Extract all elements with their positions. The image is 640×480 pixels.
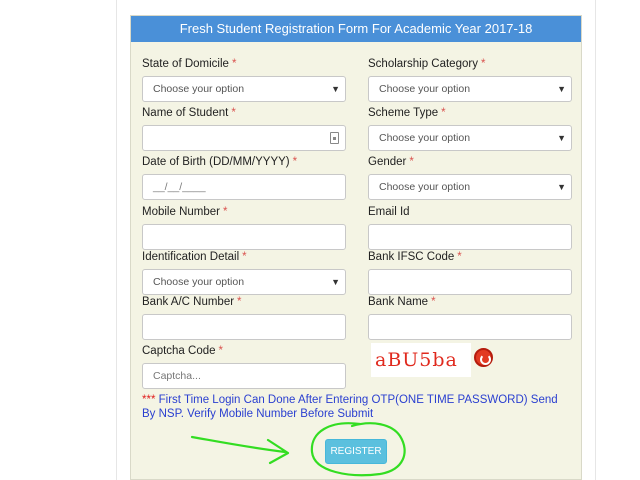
gender-select[interactable]: Choose your option ▼	[368, 174, 572, 200]
email-id-input[interactable]	[368, 224, 572, 250]
chevron-down-icon: ▼	[331, 277, 340, 287]
scheme-type-select[interactable]: Choose your option ▼	[368, 125, 572, 151]
state-of-domicile-select[interactable]: Choose your option ▼	[142, 76, 346, 102]
mobile-number-input[interactable]	[142, 224, 346, 250]
bank-ac-number-input[interactable]	[142, 314, 346, 340]
state-of-domicile-label: State of Domicile *	[142, 58, 237, 70]
scholarship-category-label: Scholarship Category *	[368, 58, 486, 70]
scholarship-category-select[interactable]: Choose your option ▼	[368, 76, 572, 102]
gender-label: Gender *	[368, 156, 414, 168]
contact-card-icon[interactable]	[330, 132, 339, 144]
bank-name-input[interactable]	[368, 314, 572, 340]
scheme-type-label: Scheme Type *	[368, 107, 446, 119]
bank-name-label: Bank Name *	[368, 296, 436, 308]
refresh-icon[interactable]	[474, 348, 493, 367]
date-of-birth-input[interactable]: __/__/____	[142, 174, 346, 200]
register-button[interactable]: REGISTER	[325, 439, 387, 464]
chevron-down-icon: ▼	[557, 133, 566, 143]
bank-ac-number-label: Bank A/C Number *	[142, 296, 242, 308]
email-id-label: Email Id	[368, 206, 410, 218]
chevron-down-icon: ▼	[331, 84, 340, 94]
chevron-down-icon: ▼	[557, 182, 566, 192]
name-of-student-label: Name of Student *	[142, 107, 236, 119]
identification-detail-label: Identification Detail *	[142, 251, 247, 263]
bank-ifsc-code-label: Bank IFSC Code *	[368, 251, 462, 263]
date-of-birth-label: Date of Birth (DD/MM/YYYY) *	[142, 156, 298, 168]
otp-notice: *** First Time Login Can Done After Ente…	[142, 394, 558, 420]
identification-detail-select[interactable]: Choose your option ▼	[142, 269, 346, 295]
mobile-number-label: Mobile Number *	[142, 206, 228, 218]
captcha-image: aBU5ba	[371, 343, 471, 377]
captcha-code-label: Captcha Code *	[142, 345, 224, 357]
chevron-down-icon: ▼	[557, 84, 566, 94]
captcha-input[interactable]: Captcha...	[142, 363, 346, 389]
bank-ifsc-code-input[interactable]	[368, 269, 572, 295]
form-header: Fresh Student Registration Form For Acad…	[131, 16, 581, 42]
name-of-student-input[interactable]	[142, 125, 346, 151]
